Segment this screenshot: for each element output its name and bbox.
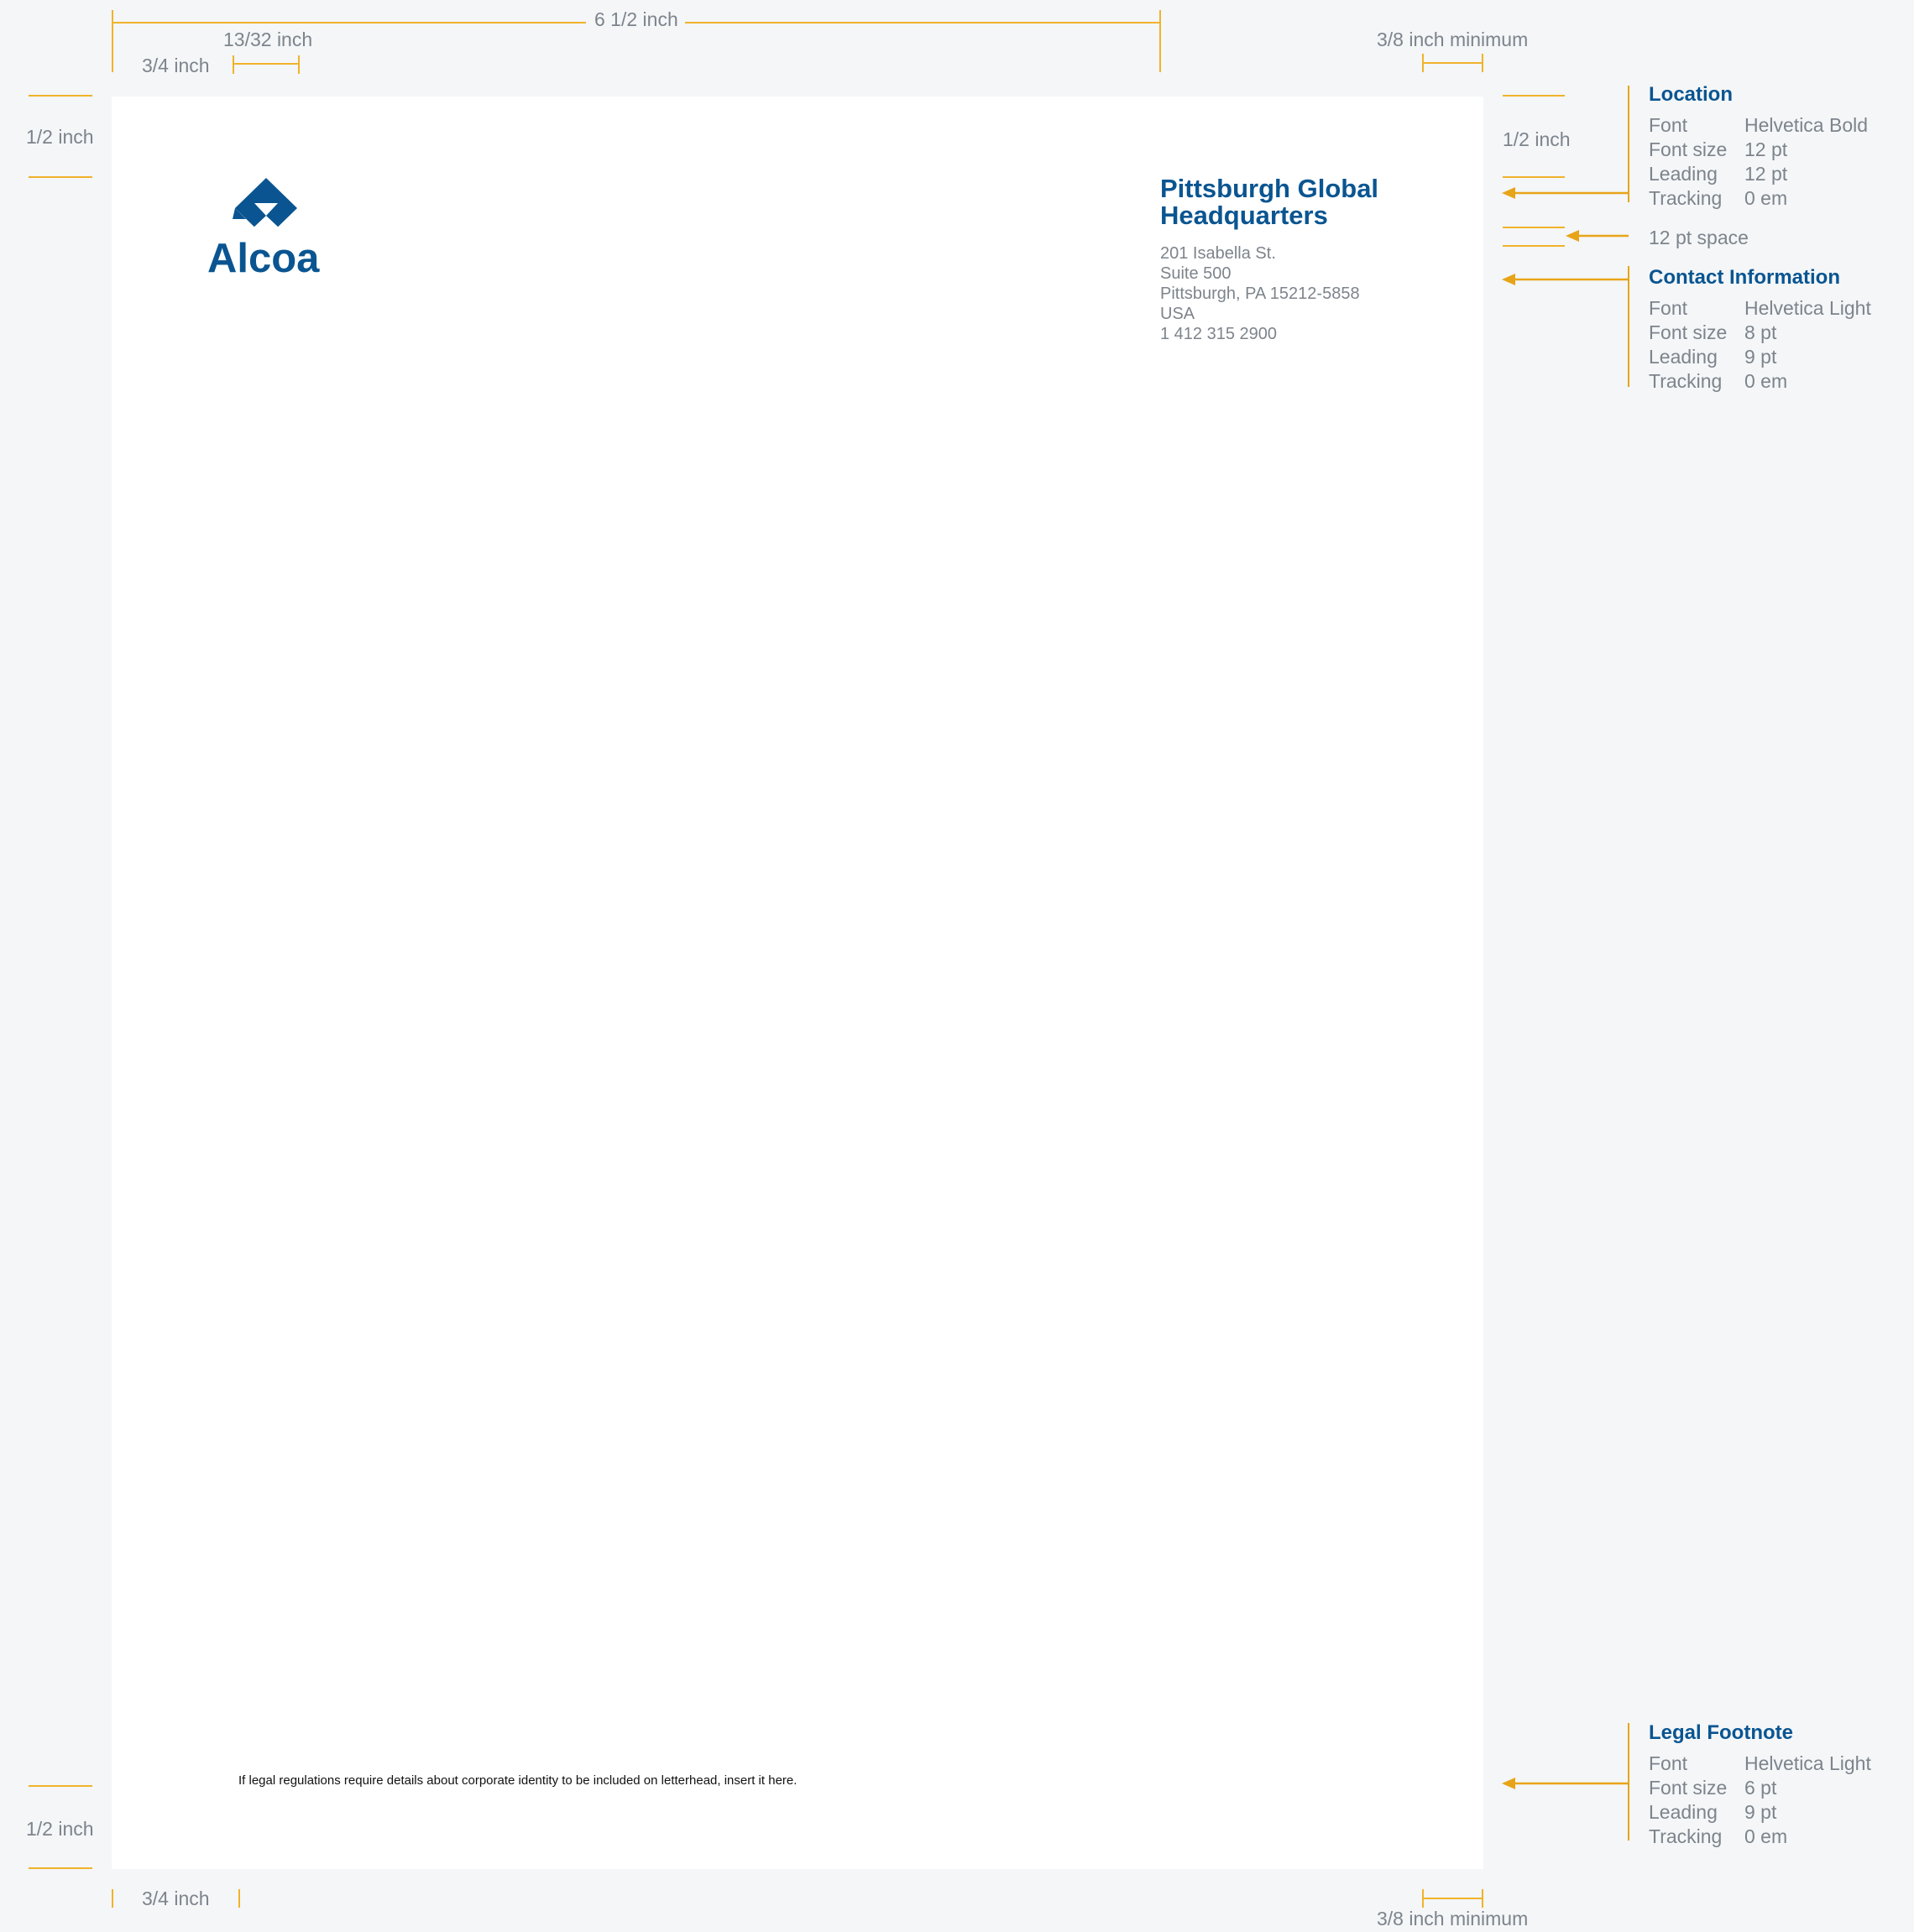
spec-label: Font: [1649, 114, 1688, 136]
spec-row: Font size 8 pt: [1649, 323, 1776, 342]
spec-value: Helvetica Bold: [1744, 114, 1869, 136]
spec-value: Helvetica Light: [1744, 297, 1871, 319]
location-title-line-2: Headquarters: [1160, 201, 1328, 230]
spec-row: Font Helvetica Light: [1649, 299, 1871, 318]
guide-line: [112, 10, 113, 72]
guide-line: [238, 1889, 240, 1908]
spec-label: Leading: [1649, 163, 1718, 185]
spec-label: Font size: [1649, 138, 1728, 160]
dim-right-margin-bottom: 3/8 inch minimum: [1377, 1908, 1529, 1929]
legal-footnote: If legal regulations require details abo…: [238, 1773, 798, 1788]
dim-logo-offset: 13/32 inch: [223, 29, 313, 50]
spec-label: Leading: [1649, 346, 1718, 368]
phone-line: 1 412 315 2900: [1160, 325, 1278, 343]
spec-label: Font size: [1649, 1777, 1728, 1799]
spec-row: Leading 12 pt: [1649, 164, 1787, 184]
guide-line: [1159, 10, 1161, 72]
alcoa-logo-icon: [233, 178, 297, 238]
spec-label: Font: [1649, 1752, 1688, 1774]
location-title: Pittsburgh Global Headquarters: [1160, 175, 1378, 229]
dim-top-margin-left: 1/2 inch: [26, 126, 94, 148]
spec-value: 0 em: [1744, 370, 1788, 392]
address-line: Suite 500: [1160, 264, 1232, 283]
guide-line: [233, 63, 299, 65]
guide-line: [29, 176, 92, 178]
guide-line: [29, 95, 92, 97]
dim-space-between: 12 pt space: [1649, 227, 1749, 248]
spec-label: Font size: [1649, 321, 1728, 343]
spec-footnote-title: Legal Footnote: [1649, 1721, 1793, 1744]
guide-line: [29, 1785, 92, 1787]
logo-wordmark: Alcoa: [207, 236, 320, 281]
spec-row: Tracking 0 em: [1649, 189, 1787, 208]
spec-contact-title: Contact Information: [1649, 266, 1840, 289]
spec-row: Font size 6 pt: [1649, 1778, 1776, 1798]
address-line: 201 Isabella St.: [1160, 244, 1276, 263]
guide-line: [233, 55, 234, 74]
spec-value: 0 em: [1744, 1825, 1788, 1847]
address-line: Pittsburgh, PA 15212-5858: [1160, 285, 1360, 303]
spec-row: Leading 9 pt: [1649, 1803, 1776, 1822]
spec-row: Tracking 0 em: [1649, 1827, 1787, 1846]
guide-line: [298, 55, 300, 74]
spec-row: Leading 9 pt: [1649, 347, 1776, 367]
spec-label: Tracking: [1649, 370, 1723, 392]
dim-left-margin-top: 3/4 inch: [142, 55, 210, 76]
spec-row: Tracking 0 em: [1649, 372, 1787, 391]
spec-value: 8 pt: [1744, 321, 1777, 343]
spec-label: Tracking: [1649, 187, 1723, 209]
spec-row: Font Helvetica Light: [1649, 1754, 1871, 1773]
dim-right-margin-top: 3/8 inch minimum: [1377, 29, 1529, 50]
dim-left-margin-bottom: 3/4 inch: [142, 1888, 210, 1909]
spec-value: 0 em: [1744, 187, 1788, 209]
spec-label: Font: [1649, 297, 1688, 319]
guide-line: [112, 22, 586, 23]
spec-label: Leading: [1649, 1801, 1718, 1823]
guide-line: [29, 1867, 92, 1869]
spec-location-title: Location: [1649, 83, 1733, 106]
guide-line: [685, 22, 1160, 23]
spec-value: 6 pt: [1744, 1777, 1777, 1799]
dim-width-total: 6 1/2 inch: [594, 8, 678, 30]
location-title-line-1: Pittsburgh Global: [1160, 174, 1379, 203]
spec-value: 9 pt: [1744, 346, 1777, 368]
spec-value: Helvetica Light: [1744, 1752, 1871, 1774]
contact-address: 201 Isabella St. Suite 500 Pittsburgh, P…: [1160, 243, 1360, 344]
spec-row: Font size 12 pt: [1649, 140, 1787, 159]
spec-label: Tracking: [1649, 1825, 1723, 1847]
letterhead-page: [112, 97, 1483, 1869]
spec-value: 12 pt: [1744, 138, 1788, 160]
spec-value: 12 pt: [1744, 163, 1788, 185]
guide-line: [112, 1889, 113, 1908]
annotation-arrows: [1502, 86, 1629, 1841]
guide-line: [1422, 1898, 1483, 1899]
address-line: USA: [1160, 305, 1195, 323]
spec-value: 9 pt: [1744, 1801, 1777, 1823]
dim-bottom-margin-left: 1/2 inch: [26, 1818, 94, 1840]
spec-row: Font Helvetica Bold: [1649, 116, 1868, 135]
guide-line: [1422, 62, 1483, 64]
